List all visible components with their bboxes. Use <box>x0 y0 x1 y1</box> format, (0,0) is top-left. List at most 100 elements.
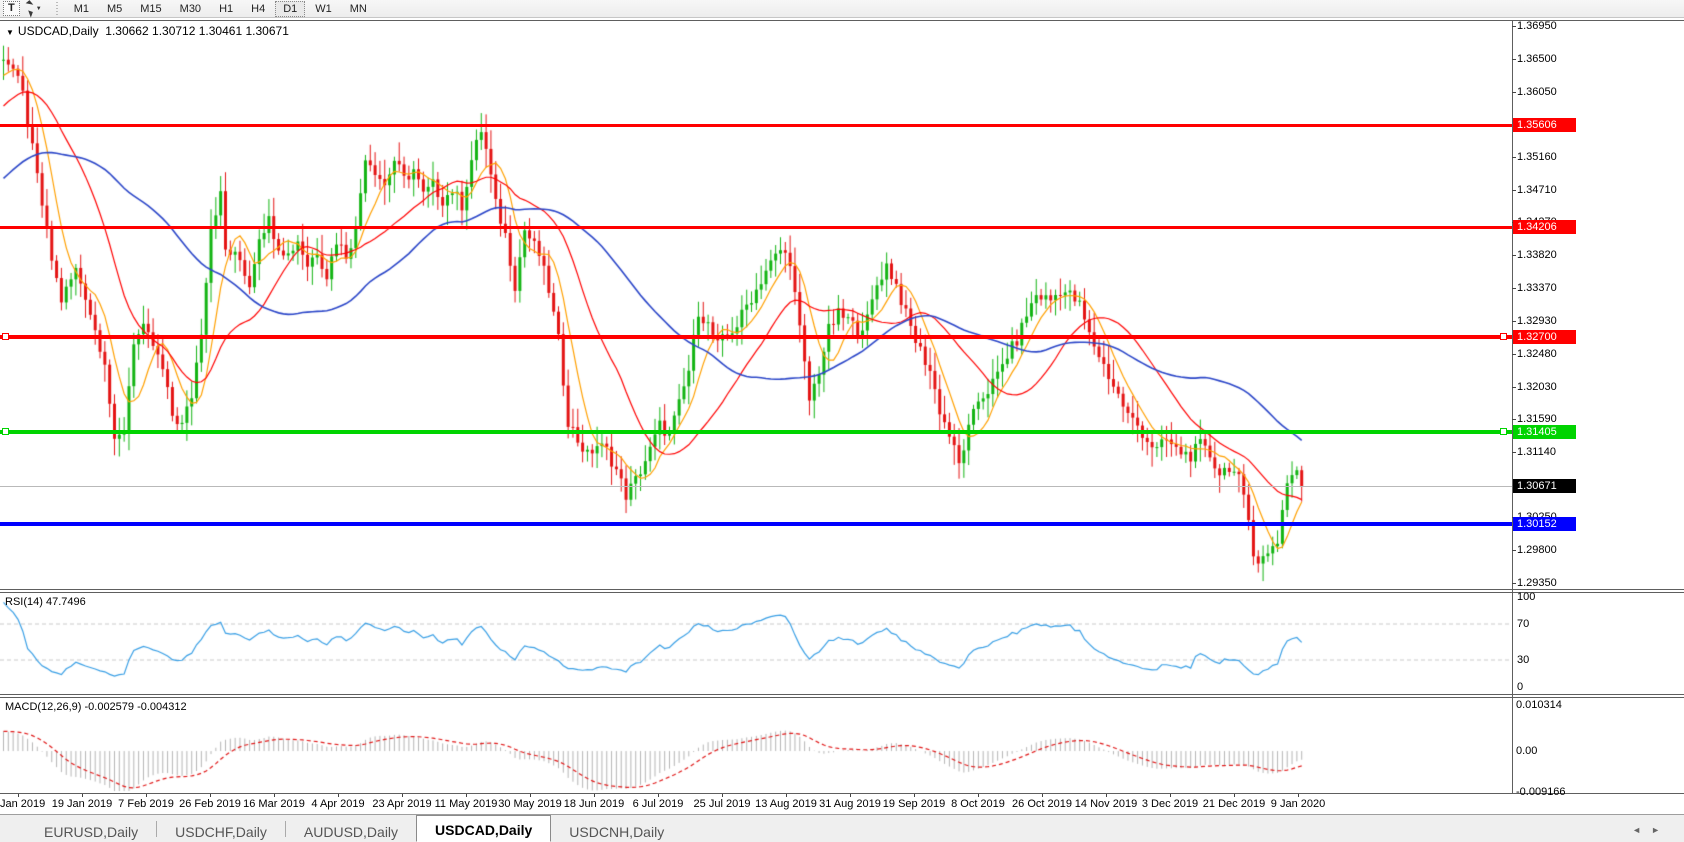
time-axis-label: 30 May 2019 <box>498 798 562 810</box>
time-axis-label: 25 Jul 2019 <box>693 798 751 810</box>
rsi-indicator-panel[interactable]: RSI(14) 47.7496 <box>0 592 1684 695</box>
timeframe-button-h1[interactable]: H1 <box>211 1 241 17</box>
macd-indicator-panel[interactable]: MACD(12,26,9) -0.002579 -0.004312 <box>0 697 1684 794</box>
toolbar-separator <box>53 1 61 16</box>
chart-plot-area[interactable] <box>0 21 1512 589</box>
time-axis-label: 26 Feb 2019 <box>179 798 241 810</box>
price-axis-tick <box>1512 550 1516 552</box>
macd-plot-area[interactable] <box>0 698 1512 793</box>
time-axis-label: 11 May 2019 <box>434 798 498 810</box>
price-axis-label: 1.29350 <box>1517 577 1557 589</box>
text-tool-icon: T <box>8 2 15 14</box>
line-drag-handle[interactable] <box>1500 333 1507 341</box>
price-axis-tick <box>1512 386 1516 388</box>
chart-tab-eurusd[interactable]: EURUSD,Daily <box>26 818 156 842</box>
price-axis-tick <box>1512 58 1516 60</box>
time-axis-label: 23 Apr 2019 <box>372 798 432 810</box>
tab-scroll-left-icon[interactable]: ◄ <box>1632 825 1651 835</box>
time-axis-tick <box>18 794 19 797</box>
time-axis-label: 16 Mar 2019 <box>243 798 305 810</box>
arrows-tool-button[interactable]: ▼ <box>23 0 46 18</box>
toolbar: T ▼ M1 M5 M15 M30 H1 H4 D1 W1 MN <box>0 0 1684 18</box>
rsi-plot-area[interactable] <box>0 593 1512 694</box>
time-axis-label: 3 Dec 2019 <box>1141 798 1199 810</box>
price-axis-label: 1.36950 <box>1517 20 1557 32</box>
tab-scroll-right-icon[interactable]: ► <box>1651 825 1670 835</box>
time-axis-tick <box>82 794 83 797</box>
time-axis-label: 4 Apr 2019 <box>311 798 365 810</box>
horizontal-line-1.31405[interactable] <box>0 430 1512 435</box>
price-axis-tick <box>1512 451 1516 453</box>
price-axis-tick <box>1512 583 1516 584</box>
line-drag-handle[interactable] <box>2 428 9 436</box>
rsi-axis-label: 30 <box>1517 654 1530 666</box>
chart-title: ▼ USDCAD,Daily 1.30662 1.30712 1.30461 1.… <box>6 24 289 38</box>
time-axis-tick <box>850 794 851 797</box>
title-collapse-icon[interactable]: ▼ <box>6 28 14 37</box>
timeframe-button-mn[interactable]: MN <box>342 1 375 17</box>
time-axis-tick <box>402 794 403 797</box>
current-price-badge: 1.30671 <box>1513 479 1576 494</box>
price-axis-tick <box>1512 157 1516 159</box>
price-axis-tick <box>1512 320 1516 322</box>
time-axis-tick <box>274 794 275 797</box>
price-axis-tick <box>1512 190 1516 192</box>
horizontal-line-1.34206[interactable] <box>0 226 1512 230</box>
text-tool-button[interactable]: T <box>3 1 20 16</box>
quote-low: 1.30461 <box>198 24 243 38</box>
price-axis-tick <box>1512 353 1516 355</box>
line-drag-handle[interactable] <box>1500 428 1507 436</box>
time-axis[interactable]: 1 Jan 2019 19 Jan 2019 7 Feb 2019 26 Feb 20… <box>0 794 1684 814</box>
chart-tab-audusd[interactable]: AUDUSD,Daily <box>286 818 416 842</box>
time-axis-tick <box>594 794 595 797</box>
time-axis-label: 31 Aug 2019 <box>819 798 881 810</box>
timeframe-button-m30[interactable]: M30 <box>172 1 209 17</box>
price-axis-label: 1.31590 <box>1517 412 1557 425</box>
price-axis-tick <box>1512 418 1516 420</box>
timeframe-button-h4[interactable]: H4 <box>243 1 273 17</box>
time-axis-label: 19 Jan 2019 <box>51 798 113 810</box>
time-axis-tick <box>786 794 787 797</box>
timeframe-button-w1[interactable]: W1 <box>307 1 340 17</box>
price-axis-label: 1.36050 <box>1517 85 1557 98</box>
macd-label: MACD(12,26,9) -0.002579 -0.004312 <box>5 701 187 713</box>
horizontal-line-1.35606[interactable] <box>0 123 1512 127</box>
line-price-badge: 1.32700 <box>1513 330 1576 345</box>
time-axis-tick <box>210 794 211 797</box>
time-axis-tick <box>338 794 339 797</box>
timeframe-button-d1[interactable]: D1 <box>275 0 306 17</box>
price-axis-label: 1.34710 <box>1517 184 1557 197</box>
current-price-line <box>0 486 1512 488</box>
macd-signal-value: -0.004312 <box>137 701 187 713</box>
horizontal-line-1.30152[interactable] <box>0 522 1512 527</box>
price-axis-label: 1.32480 <box>1517 347 1557 360</box>
time-axis-label: 8 Oct 2019 <box>951 798 1005 810</box>
time-axis-tick <box>1170 794 1171 797</box>
line-drag-handle[interactable] <box>2 333 9 341</box>
rsi-axis-label: 0 <box>1517 681 1524 693</box>
timeframe-button-m1[interactable]: M1 <box>66 1 97 17</box>
chevron-down-icon[interactable]: ▼ <box>36 6 42 12</box>
timeframe-button-m5[interactable]: M5 <box>99 1 130 17</box>
time-axis-tick <box>1106 794 1107 797</box>
time-axis-tick <box>1234 794 1235 797</box>
chart-tab-usdcnh[interactable]: USDCNH,Daily <box>551 818 682 842</box>
quote-high: 1.30712 <box>152 24 196 38</box>
line-price-badge: 1.30152 <box>1513 517 1576 532</box>
price-axis-tick <box>1512 288 1516 290</box>
quote-close: 1.30671 <box>245 24 289 38</box>
price-chart-panel[interactable]: ▼ USDCAD,Daily 1.30662 1.30712 1.30461 1.… <box>0 20 1684 590</box>
time-axis-label: 26 Oct 2019 <box>1012 798 1072 810</box>
chart-tab-usdcad[interactable]: USDCAD,Daily <box>416 815 552 842</box>
price-axis-label: 1.32030 <box>1517 380 1557 393</box>
timeframe-button-m15[interactable]: M15 <box>132 1 169 17</box>
macd-name: MACD(12,26,9) <box>5 701 82 713</box>
horizontal-line-1.32700[interactable] <box>0 335 1512 340</box>
time-axis-label: 13 Aug 2019 <box>755 798 817 810</box>
macd-axis-label: -0.009166 <box>1516 785 1566 798</box>
line-price-badge: 1.35606 <box>1513 117 1576 132</box>
line-price-badge: 1.34206 <box>1513 220 1576 235</box>
time-axis-tick <box>658 794 659 797</box>
chart-tab-usdchf[interactable]: USDCHF,Daily <box>157 818 285 842</box>
price-axis-tick <box>1512 26 1516 27</box>
